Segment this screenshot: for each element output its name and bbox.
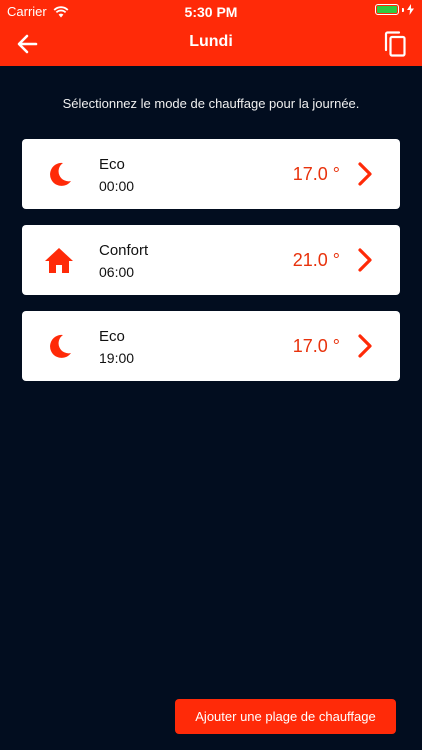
copy-button[interactable] [382, 30, 408, 58]
battery-icon [375, 4, 399, 15]
battery-indicator [375, 4, 414, 15]
add-heating-slot-button[interactable]: Ajouter une plage de chauffage [175, 699, 396, 734]
home-icon [45, 248, 73, 273]
chevron-right-icon [358, 162, 372, 186]
navigation-bar: Lundi [0, 22, 422, 66]
moon-icon [50, 162, 71, 186]
app-header: Carrier 5:30 PM Lundi [0, 0, 422, 66]
slot-time: 00:00 [99, 178, 135, 194]
copy-icon [384, 31, 406, 57]
charging-icon [407, 4, 414, 15]
page-title: Lundi [189, 33, 233, 50]
slot-time: 19:00 [99, 350, 135, 366]
chevron-right-icon [358, 334, 372, 358]
status-bar: Carrier 5:30 PM [0, 0, 422, 22]
chevron-right-icon [358, 248, 372, 272]
status-time: 5:30 PM [184, 4, 238, 20]
slot-temperature: 21.0 ° [292, 250, 340, 270]
heating-slot[interactable]: Eco 00:00 17.0 ° [22, 139, 400, 209]
slot-mode: Confort [99, 242, 149, 259]
slot-temperature: 17.0 ° [292, 164, 340, 184]
heating-slot[interactable]: Eco 19:00 17.0 ° [22, 311, 400, 381]
slot-mode: Eco [99, 156, 125, 173]
slot-time: 06:00 [99, 264, 135, 280]
slot-mode: Eco [99, 328, 125, 345]
moon-icon [50, 334, 71, 358]
instruction-text: Sélectionnez le mode de chauffage pour l… [62, 96, 360, 111]
slot-temperature: 17.0 ° [292, 336, 340, 356]
heating-slot[interactable]: Confort 06:00 21.0 ° [22, 225, 400, 295]
